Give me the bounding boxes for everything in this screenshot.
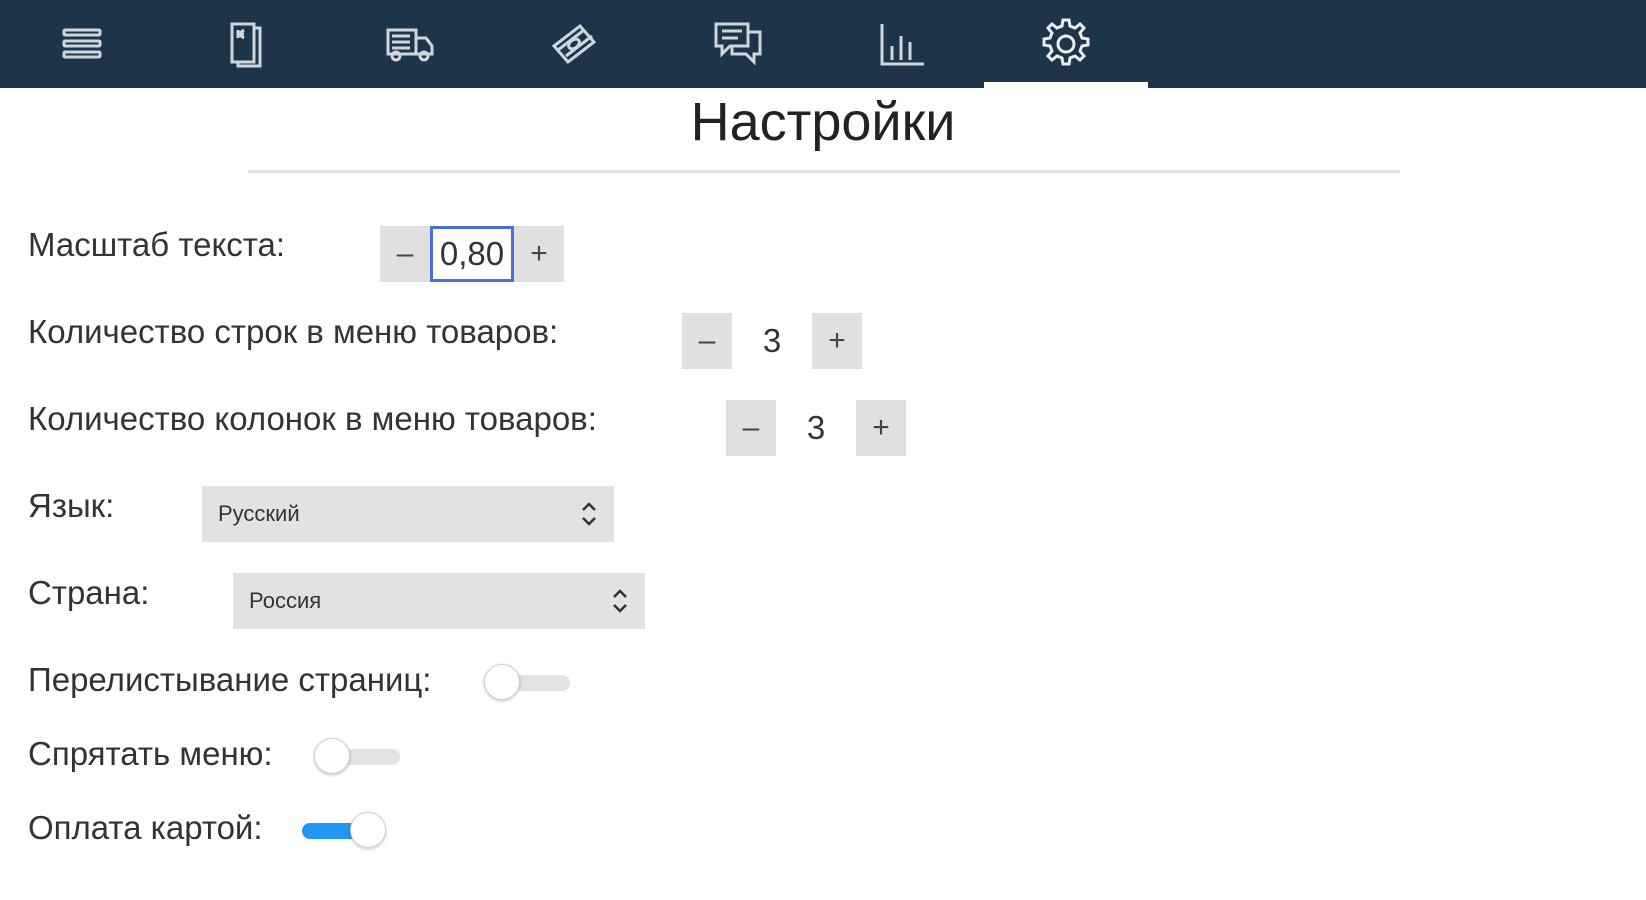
chevron-up-down-icon bbox=[613, 589, 627, 613]
chevron-up-down-icon bbox=[582, 502, 596, 526]
toggle-knob bbox=[484, 664, 520, 700]
columns-input[interactable]: 3 bbox=[776, 400, 856, 456]
tab-chat[interactable] bbox=[656, 0, 820, 88]
text-scale-input[interactable]: 0,80 bbox=[430, 226, 514, 282]
tab-cash[interactable] bbox=[492, 0, 656, 88]
language-select[interactable]: Русский bbox=[202, 486, 614, 542]
receipt-icon bbox=[230, 22, 262, 68]
tab-receipt[interactable] bbox=[164, 0, 328, 88]
tab-settings[interactable] bbox=[984, 0, 1148, 88]
rows-stepper: – 3 + bbox=[682, 313, 862, 369]
page-flip-toggle[interactable] bbox=[484, 662, 574, 702]
columns-decrement-button[interactable]: – bbox=[726, 400, 776, 456]
card-payment-label: Оплата картой: bbox=[28, 809, 263, 846]
rows-label: Количество строк в меню товаров: bbox=[28, 313, 559, 350]
text-scale-stepper: – 0,80 + bbox=[380, 226, 564, 282]
language-label: Язык: bbox=[28, 487, 115, 524]
columns-stepper: – 3 + bbox=[726, 400, 906, 456]
columns-label: Количество колонок в меню товаров: bbox=[28, 400, 597, 437]
rows-decrement-button[interactable]: – bbox=[682, 313, 732, 369]
columns-increment-button[interactable]: + bbox=[856, 400, 906, 456]
rows-increment-button[interactable]: + bbox=[812, 313, 862, 369]
country-select[interactable]: Россия bbox=[233, 573, 645, 629]
hide-menu-label: Спрятать меню: bbox=[28, 735, 273, 772]
tab-menu[interactable] bbox=[0, 0, 164, 88]
delivery-truck-icon bbox=[386, 28, 434, 62]
language-selected-value: Русский bbox=[218, 501, 300, 526]
gear-icon bbox=[1042, 18, 1090, 66]
toggle-knob bbox=[350, 812, 386, 848]
toggle-knob bbox=[314, 738, 350, 774]
tab-reports[interactable] bbox=[820, 0, 984, 88]
country-label: Страна: bbox=[28, 574, 150, 611]
text-scale-increment-button[interactable]: + bbox=[514, 226, 564, 282]
hide-menu-toggle[interactable] bbox=[314, 736, 404, 776]
top-nav-bar bbox=[0, 0, 1646, 88]
rows-input[interactable]: 3 bbox=[732, 313, 812, 369]
title-divider bbox=[248, 170, 1400, 173]
bar-chart-icon bbox=[880, 24, 924, 66]
country-selected-value: Россия bbox=[249, 588, 322, 613]
chat-icon bbox=[714, 22, 762, 66]
tab-delivery[interactable] bbox=[328, 0, 492, 88]
text-scale-decrement-button[interactable]: – bbox=[380, 226, 430, 282]
text-scale-label: Масштаб текста: bbox=[28, 226, 286, 263]
page-flip-label: Перелистывание страниц: bbox=[28, 661, 432, 698]
cash-icon bbox=[551, 23, 597, 65]
page-title: Настройки bbox=[690, 92, 956, 152]
card-payment-toggle[interactable] bbox=[294, 810, 386, 850]
menu-icon bbox=[62, 28, 102, 59]
